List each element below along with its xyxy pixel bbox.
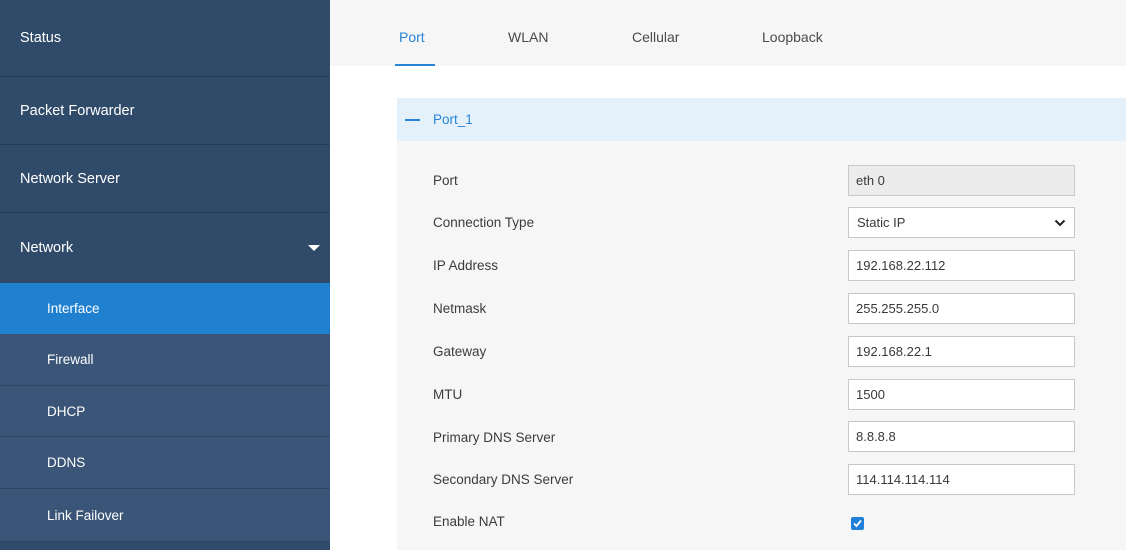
sidebar-subitem-label: DDNS: [47, 455, 86, 470]
section-header-port-1[interactable]: Port_1: [397, 98, 1126, 141]
sidebar-item-packet-forwarder[interactable]: Packet Forwarder: [0, 77, 330, 145]
connection-type-value: Static IP: [857, 215, 906, 230]
sidebar-item-label: Network: [20, 240, 74, 256]
sidebar-subitem-firewall[interactable]: Firewall: [0, 334, 330, 386]
mtu-label: MTU: [433, 387, 463, 402]
sidebar-item-label: Packet Forwarder: [20, 102, 135, 119]
netmask-label: Netmask: [433, 301, 487, 316]
sidebar-subitem-link-failover[interactable]: Link Failover: [0, 489, 330, 542]
gateway-field[interactable]: [848, 336, 1075, 367]
sidebar-item-network-server[interactable]: Network Server: [0, 145, 330, 213]
sidebar-item-status[interactable]: Status: [0, 0, 330, 77]
sidebar-subitem-label: Link Failover: [47, 507, 124, 523]
primary-dns-label: Primary DNS Server: [433, 430, 556, 445]
sidebar-subitem-label: DHCP: [47, 403, 86, 419]
connection-type-label: Connection Type: [433, 215, 535, 230]
connection-type-select[interactable]: Static IP: [848, 207, 1075, 238]
caret-down-icon: [308, 245, 320, 251]
sidebar-subitem-label: Interface: [47, 300, 100, 316]
sidebar-subitem-label: Firewall: [47, 352, 94, 367]
secondary-dns-field[interactable]: [848, 464, 1075, 495]
tab-bar: Port WLAN Cellular Loopback: [330, 0, 1126, 66]
sidebar-nav: Status Packet Forwarder Network Server N…: [0, 0, 330, 550]
port-settings-panel: Port_1 Port Connection Type Static IP IP…: [397, 98, 1126, 550]
checkmark-icon: [853, 519, 862, 528]
tab-wlan[interactable]: WLAN: [508, 29, 548, 45]
enable-nat-checkbox[interactable]: [851, 517, 864, 530]
sidebar-subitem-ddns[interactable]: DDNS: [0, 437, 330, 489]
ip-address-label: IP Address: [433, 258, 499, 273]
sidebar-item-label: Status: [20, 30, 62, 46]
gateway-label: Gateway: [433, 344, 487, 359]
sidebar-subitem-dhcp[interactable]: DHCP: [0, 386, 330, 437]
main-panel: Port WLAN Cellular Loopback Port_1 Port …: [330, 0, 1126, 550]
section-title: Port_1: [433, 112, 473, 127]
ip-address-field[interactable]: [848, 250, 1075, 281]
tab-loopback[interactable]: Loopback: [762, 29, 823, 45]
sidebar-subitem-interface[interactable]: Interface: [0, 283, 330, 334]
sidebar-item-network[interactable]: Network: [0, 213, 330, 283]
port-label: Port: [433, 173, 458, 188]
active-tab-indicator: [395, 64, 435, 66]
chevron-down-icon: [1054, 219, 1066, 227]
secondary-dns-label: Secondary DNS Server: [433, 472, 574, 487]
sidebar-item-label: Network Server: [20, 170, 120, 187]
primary-dns-field[interactable]: [848, 421, 1075, 452]
tab-cellular[interactable]: Cellular: [632, 29, 679, 45]
port-field: [848, 165, 1075, 196]
tab-port[interactable]: Port: [399, 29, 425, 45]
enable-nat-label: Enable NAT: [433, 514, 505, 529]
mtu-field[interactable]: [848, 379, 1075, 410]
collapse-minus-icon[interactable]: [405, 119, 420, 121]
netmask-field[interactable]: [848, 293, 1075, 324]
